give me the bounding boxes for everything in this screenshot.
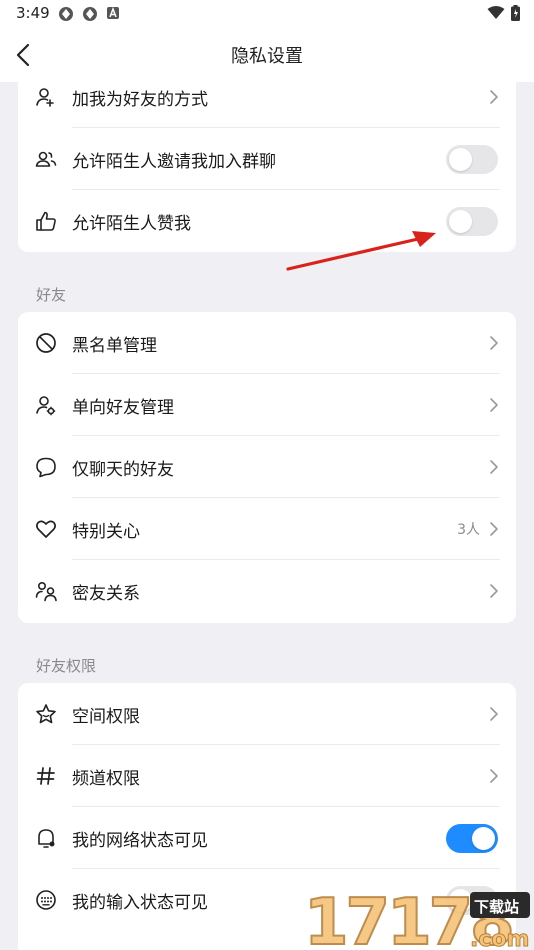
row-add-friend-method[interactable]: 加我为好友的方式 [18, 82, 516, 128]
toggle-stranger-likes[interactable] [446, 207, 498, 236]
row-channel-permission[interactable]: 频道权限 [18, 745, 516, 807]
chevron-right-icon [490, 398, 498, 412]
row-label: 黑名单管理 [72, 336, 157, 356]
person-add-icon [36, 88, 54, 107]
app-notification-icon [59, 7, 73, 21]
row-special-care[interactable]: 特别关心 3人 [18, 498, 516, 560]
special-care-count: 3人 [457, 522, 480, 538]
watermark-tag: 下载站 [474, 898, 519, 916]
watermark-domain: .com [470, 927, 529, 950]
thumbs-up-icon [36, 211, 56, 231]
toggle-knob [449, 148, 472, 171]
row-allow-stranger-group-invite: 允许陌生人邀请我加入群聊 [18, 128, 516, 190]
a-notification-icon [107, 6, 119, 19]
row-one-way-friends[interactable]: 单向好友管理 [18, 374, 516, 436]
toggle-knob [449, 210, 472, 233]
chevron-right-icon [490, 707, 498, 721]
row-close-friends[interactable]: 密友关系 [18, 560, 516, 622]
chevron-right-icon [490, 584, 498, 598]
row-network-status-visible: 我的网络状态可见 [18, 807, 516, 869]
section-title-friends: 好友 [36, 286, 67, 304]
chevron-right-icon [490, 522, 498, 536]
navigation-bar: 隐私设置 [0, 28, 534, 82]
page-title: 隐私设置 [231, 46, 303, 67]
row-label: 允许陌生人赞我 [72, 214, 191, 234]
row-blacklist[interactable]: 黑名单管理 [18, 312, 516, 374]
row-label: 加我为好友的方式 [72, 90, 208, 110]
row-label: 允许陌生人邀请我加入群聊 [72, 152, 276, 172]
status-system-icons [487, 5, 520, 21]
heart-icon [36, 520, 56, 538]
row-label: 仅聊天的好友 [72, 460, 174, 480]
status-time: 3:49 [16, 4, 50, 22]
close-friends-icon [35, 581, 57, 602]
keyboard-icon [36, 890, 56, 910]
person-gear-icon [36, 396, 56, 416]
chevron-right-icon [490, 460, 498, 474]
toggle-stranger-group-invite[interactable] [446, 145, 498, 174]
friends-card: 黑名单管理 单向好友管理 仅聊天的好友 特别关心 3人 密友关系 [18, 312, 516, 623]
group-icon [35, 151, 57, 167]
row-chat-only-friends[interactable]: 仅聊天的好友 [18, 436, 516, 498]
hashtag-icon [36, 767, 55, 785]
toggle-knob [472, 827, 495, 850]
battery-icon [511, 5, 520, 21]
chevron-right-icon [490, 336, 498, 350]
status-bar: 3:49 [0, 0, 534, 28]
chevron-right-icon [490, 769, 498, 783]
section-title-friend-permissions: 好友权限 [36, 657, 97, 675]
star-icon [36, 704, 56, 724]
row-label: 频道权限 [72, 769, 140, 789]
row-space-permission[interactable]: 空间权限 [18, 683, 516, 745]
annotation-arrow-icon [286, 231, 436, 271]
wifi-icon [487, 6, 505, 19]
row-label: 单向好友管理 [72, 398, 174, 418]
row-label: 特别关心 [72, 522, 140, 542]
status-notification-icons [58, 6, 120, 22]
row-label: 我的输入状态可见 [72, 893, 208, 913]
row-label: 空间权限 [72, 707, 140, 727]
watermark-logo: 17178 下载站 .com [303, 888, 530, 950]
block-icon [36, 333, 56, 353]
chat-bubble-icon [36, 457, 56, 478]
row-label: 我的网络状态可见 [72, 831, 208, 851]
row-label: 密友关系 [72, 584, 140, 604]
chevron-right-icon [490, 90, 498, 104]
app-notification-icon [83, 7, 97, 21]
status-bell-icon [38, 829, 55, 848]
toggle-network-status[interactable] [446, 824, 498, 853]
